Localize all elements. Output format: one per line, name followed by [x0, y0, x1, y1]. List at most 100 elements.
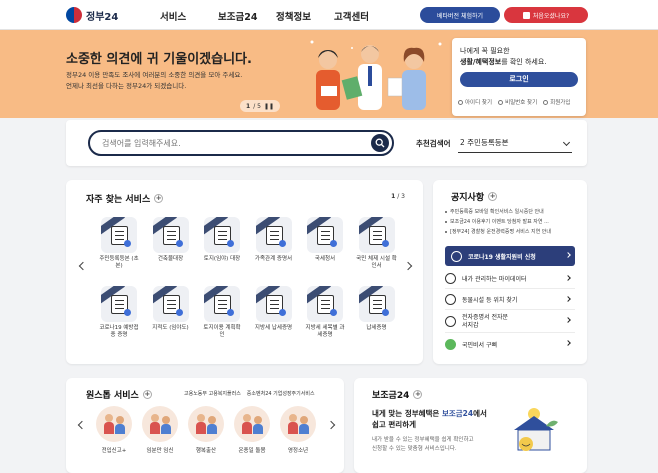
onestop-label: 영정소년	[287, 448, 309, 454]
service-item[interactable]: 주민등록등본 (초본)	[98, 217, 140, 270]
e-certificate-link[interactable]: 전자증명서 전자문서지갑	[445, 311, 575, 333]
plus-icon[interactable]: +	[488, 192, 498, 201]
people-icon	[142, 406, 178, 442]
notice-title: 공지사항	[451, 193, 485, 203]
hero-description: 정부24 이용 만족도 조사에 여러분의 소중한 의견을 모아 주세요. 언제나…	[66, 71, 243, 90]
onestop-tag-sme[interactable]: 중소벤처24 기업성장주기서비스	[247, 390, 315, 397]
login-links: 아이디 찾기 비밀번호 찾기 회원가입	[458, 98, 570, 106]
onestop-label: 임분만 임신	[146, 448, 174, 454]
nav-policy-info[interactable]: 정책정보	[276, 9, 334, 23]
onestop-label: 전입신고+	[101, 448, 127, 454]
frequent-services-title: 자주 찾는 서비스	[86, 195, 151, 205]
beta-version-button[interactable]: 베타버전 체험하기	[420, 7, 500, 23]
document-icon	[445, 316, 456, 327]
onestop-tag-employment[interactable]: 고용노동부 고용복지플러스	[184, 390, 241, 397]
logo-text: 정부24	[86, 11, 119, 23]
onestop-item[interactable]: 영정소년	[274, 406, 322, 454]
national-secretary-link[interactable]: 국민비서 구삐	[445, 334, 575, 354]
banner-pager[interactable]: 1 / 5 ❚❚	[240, 100, 280, 112]
main-nav: 서비스 보조금24 정책정보 고객센터	[160, 9, 392, 23]
onestop-item[interactable]: 전입신고+	[90, 406, 138, 454]
service-item[interactable]: 토지(임야) 대장	[201, 217, 243, 263]
recommended-keyword-select[interactable]: 2 주민등록등본	[458, 133, 572, 153]
onestop-tags: 고용노동부 고용복지플러스 중소벤처24 기업성장주기서비스	[184, 390, 315, 397]
onestop-label: 온종일 돌봄	[238, 448, 266, 454]
chevron-right-icon	[565, 317, 571, 323]
onestop-label: 행복출산	[195, 448, 217, 454]
service-label: 지방세 세목별 과세증명	[305, 325, 345, 338]
signup-link[interactable]: 회원가입	[543, 98, 570, 106]
document-icon	[101, 286, 137, 322]
service-label: 토지(임야) 대장	[203, 256, 241, 262]
service-label: 코로나19 예방접종 증명	[99, 325, 139, 338]
services-pager: 1 / 3	[391, 193, 405, 200]
checkbox-icon	[522, 11, 530, 19]
subsidy24-title: 보조금24	[372, 391, 410, 401]
find-password-link[interactable]: 비밀번호 찾기	[498, 98, 537, 106]
prev-arrow-icon[interactable]	[77, 420, 87, 430]
service-item[interactable]: 건축물대장	[150, 217, 192, 263]
nav-subsidy24[interactable]: 보조금24	[218, 9, 276, 23]
covid-support-button[interactable]: 코로나19 생활지원비 신청	[445, 246, 575, 266]
hero-banner[interactable]: 소중한 의견에 귀 기울이겠습니다. 정부24 이용 만족도 조사에 여러분의 …	[0, 30, 658, 118]
document-icon	[204, 217, 240, 253]
animal-facility-link[interactable]: 동물시설 등 위치 찾기	[445, 290, 575, 310]
notice-item[interactable]: 주민등록증 모바일 확인서비스 일시중단 안내	[445, 207, 581, 217]
service-label: 지방세 납세증명	[254, 325, 293, 331]
notice-item[interactable]: [정부24] 경찰청 운전경력증명 서비스 지연 안내	[445, 227, 581, 237]
document-icon	[152, 217, 189, 253]
my-data-link[interactable]: 내가 관리하는 마이데이터	[445, 269, 575, 289]
people-icon	[280, 406, 316, 442]
plus-icon[interactable]: +	[413, 390, 423, 399]
document-icon	[204, 286, 240, 322]
first-visit-button[interactable]: 처음오셨나요?	[504, 7, 588, 23]
login-button[interactable]: 로그인	[460, 72, 578, 87]
nav-services[interactable]: 서비스	[160, 9, 218, 23]
plus-icon[interactable]: +	[154, 194, 164, 203]
service-item[interactable]: 국민 체제 시설 확인서	[356, 217, 398, 270]
service-item[interactable]: 지방세 세목별 과세증명	[304, 286, 346, 339]
service-item[interactable]: 지적도 (임야도)	[150, 286, 192, 332]
document-icon	[358, 286, 395, 322]
subsidy24-headline: 내게 맞는 정부혜택은 보조금24에서 쉽고 편리하게	[372, 409, 487, 429]
hero-illustration	[310, 40, 442, 110]
onestop-item[interactable]: 온종일 돌봄	[228, 406, 276, 454]
search-button[interactable]	[371, 134, 389, 152]
pause-icon[interactable]: ❚❚	[264, 103, 274, 110]
nav-customer-center[interactable]: 고객센터	[334, 9, 392, 23]
prev-arrow-icon[interactable]	[78, 261, 88, 271]
plus-icon[interactable]: +	[142, 390, 152, 399]
search-input[interactable]	[102, 136, 362, 151]
notice-card: 공지사항 + 주민등록증 모바일 확인서비스 일시중단 안내 보조금24 이용후…	[433, 180, 587, 364]
service-item[interactable]: 가족관계 증명서	[253, 217, 295, 263]
people-icon	[188, 406, 224, 442]
service-item[interactable]: 국세청서	[304, 217, 346, 263]
notice-list: 주민등록증 모바일 확인서비스 일시중단 안내 보조금24 이용후기 이벤트 당…	[445, 207, 581, 237]
user-circle-icon	[445, 273, 456, 284]
find-id-link[interactable]: 아이디 찾기	[458, 98, 492, 106]
search-section: 추천검색어 2 주민등록등본	[66, 120, 587, 166]
notice-item[interactable]: 보조금24 이용후기 이벤트 당첨자 발표 자연 ...	[445, 217, 581, 227]
subsidy24-card: 보조금24 + 내게 맞는 정부혜택은 보조금24에서 쉽고 편리하게 내가 받…	[354, 378, 587, 473]
next-arrow-icon[interactable]	[326, 420, 336, 430]
location-pin-icon	[445, 294, 456, 305]
taegeuk-logo-icon	[66, 7, 82, 23]
service-item[interactable]: 지방세 납세증명	[253, 286, 295, 332]
service-label: 국민 체제 시설 확인서	[356, 256, 397, 269]
next-arrow-icon[interactable]	[403, 261, 413, 271]
service-label: 건축물대장	[157, 256, 184, 262]
service-item[interactable]: 코로나19 예방접종 증명	[98, 286, 140, 339]
service-label: 납세증명	[366, 325, 387, 331]
service-label: 국세청서	[314, 256, 336, 262]
document-icon	[307, 286, 343, 322]
onestop-item[interactable]: 임분만 임신	[136, 406, 184, 454]
service-item[interactable]: 납세증명	[356, 286, 398, 332]
service-item[interactable]: 토지이용 계획확인	[201, 286, 243, 339]
logo[interactable]: 정부24	[66, 7, 118, 23]
document-icon	[255, 286, 292, 322]
service-label: 주민등록등본 (초본)	[99, 256, 139, 269]
search-icon	[375, 138, 385, 148]
lock-icon	[498, 99, 504, 105]
hero-title: 소중한 의견에 귀 기울이겠습니다.	[66, 52, 252, 67]
onestop-item[interactable]: 행복출산	[182, 406, 230, 454]
